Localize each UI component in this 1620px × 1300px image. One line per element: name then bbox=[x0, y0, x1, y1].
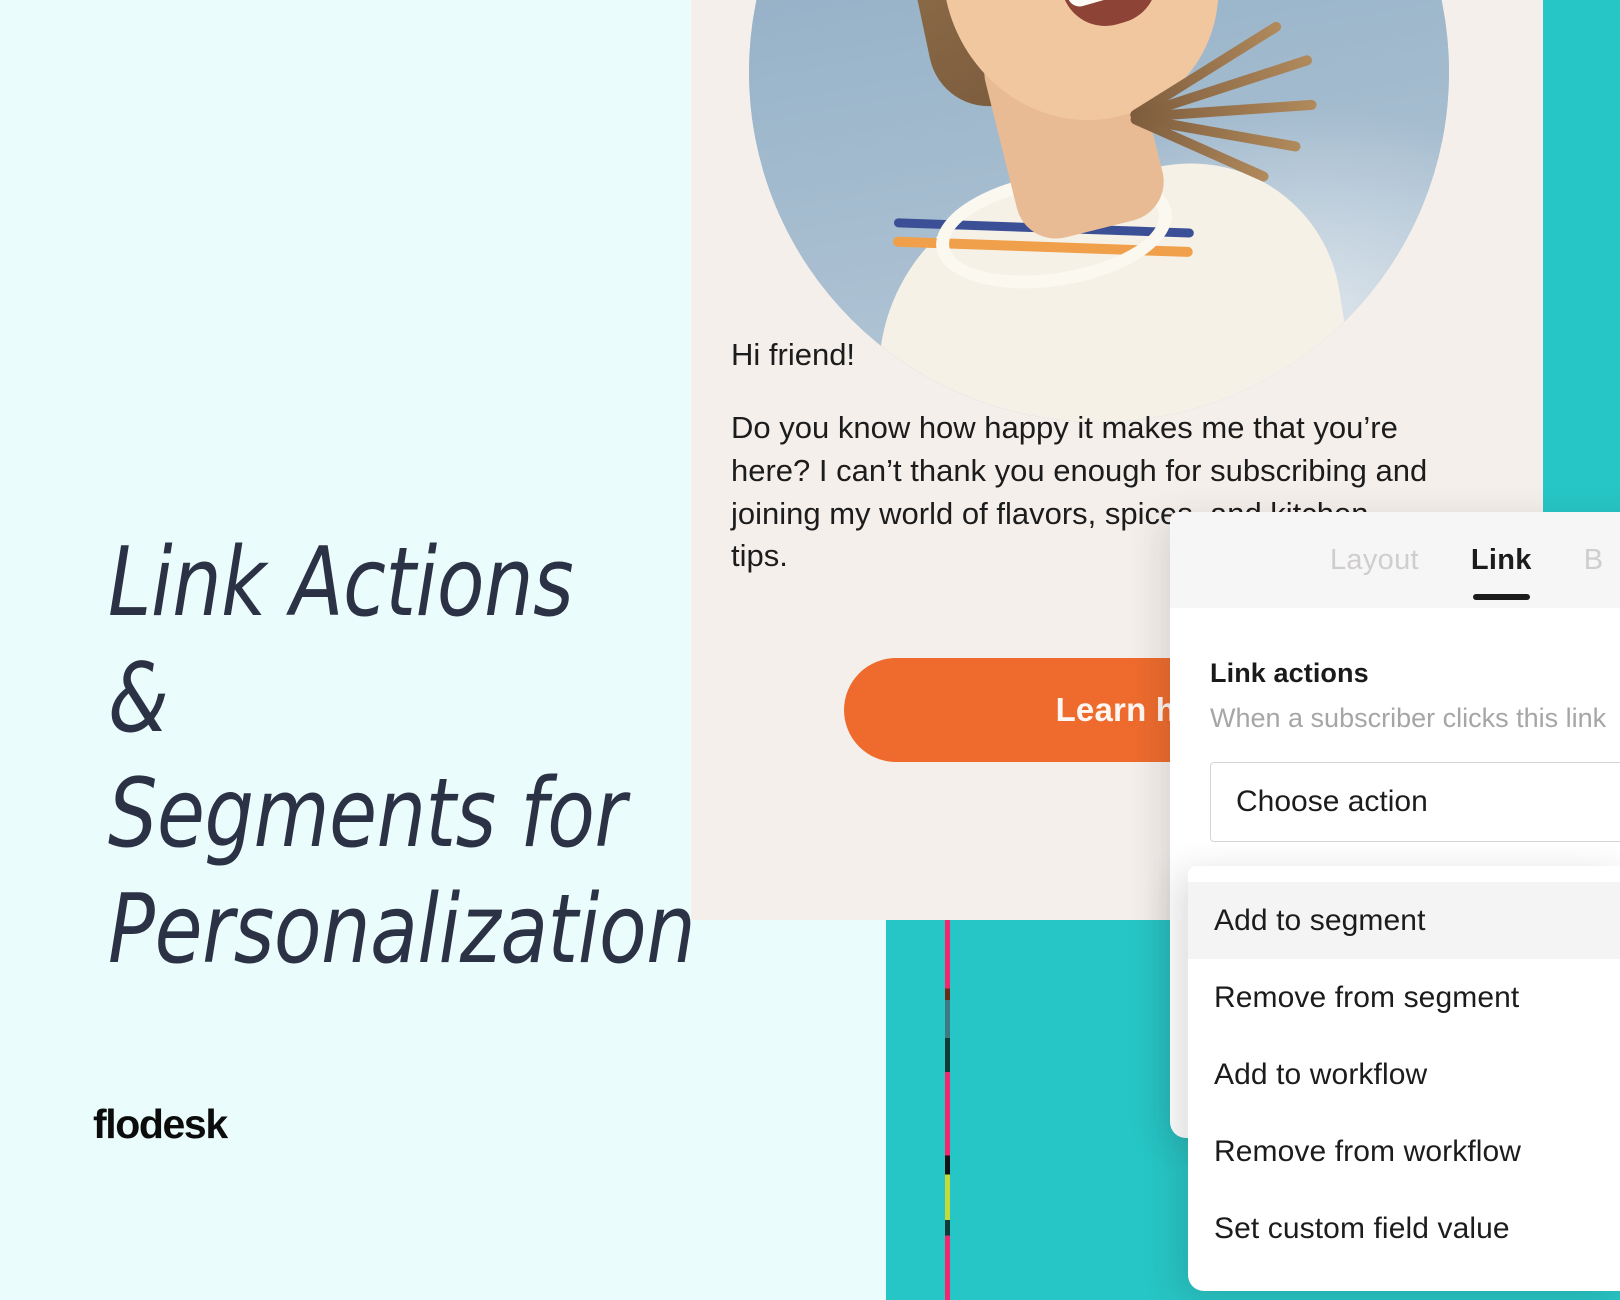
link-panel-content: Link actions When a subscriber clicks th… bbox=[1170, 608, 1620, 842]
dropdown-item-set-custom-field-value[interactable]: Set custom field value bbox=[1188, 1190, 1620, 1267]
link-actions-description: When a subscriber clicks this link bbox=[1210, 703, 1607, 733]
tab-layout[interactable]: Layout bbox=[1330, 512, 1419, 608]
tab-block[interactable]: B bbox=[1584, 512, 1604, 608]
email-greeting: Hi friend! bbox=[731, 337, 856, 372]
link-actions-heading: Link actions bbox=[1210, 658, 1369, 688]
dropdown-item-add-to-workflow[interactable]: Add to workflow bbox=[1188, 1036, 1620, 1113]
choose-action-select[interactable]: Choose action bbox=[1210, 762, 1620, 842]
action-dropdown-menu: Add to segment Remove from segment Add t… bbox=[1188, 866, 1620, 1291]
page-title: Link Actions & Segments for Personalizat… bbox=[108, 527, 696, 986]
dropdown-item-add-to-segment[interactable]: Add to segment bbox=[1188, 882, 1620, 959]
flodesk-logo: flodesk bbox=[93, 1101, 228, 1147]
slide-canvas: Link Actions & Segments for Personalizat… bbox=[0, 0, 1620, 1300]
tab-link[interactable]: Link bbox=[1471, 512, 1532, 608]
dropdown-item-remove-from-segment[interactable]: Remove from segment bbox=[1188, 959, 1620, 1036]
color-stripe-decoration bbox=[945, 920, 950, 1300]
dropdown-item-remove-from-workflow[interactable]: Remove from workflow bbox=[1188, 1113, 1620, 1190]
ponytail-shape bbox=[1125, 19, 1336, 184]
panel-tab-bar: Layout Link B bbox=[1170, 512, 1620, 608]
choose-action-value: Choose action bbox=[1236, 785, 1428, 818]
